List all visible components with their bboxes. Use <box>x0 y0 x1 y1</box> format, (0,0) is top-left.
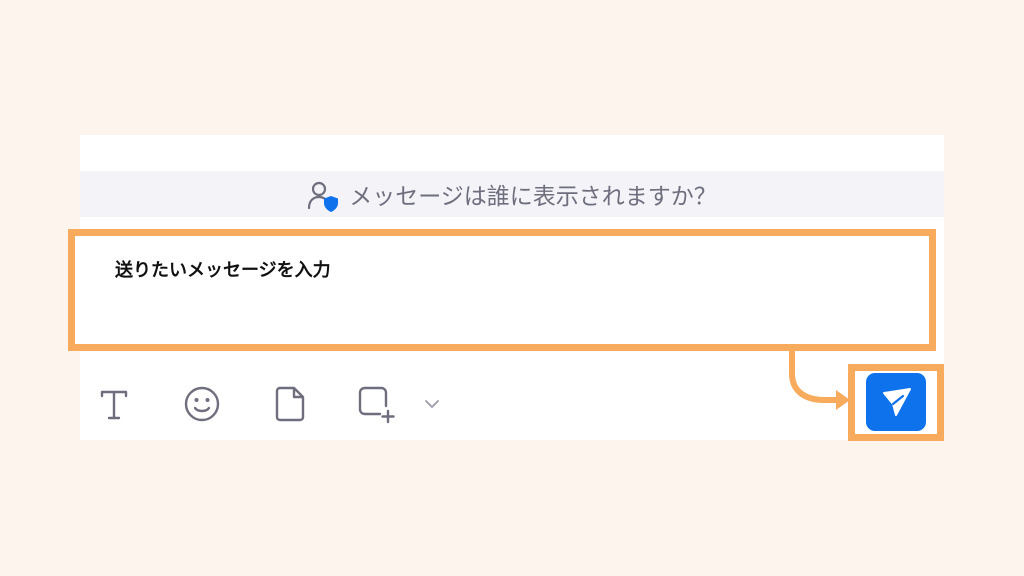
file-icon[interactable] <box>270 384 310 424</box>
screenshot-icon[interactable] <box>356 384 396 424</box>
emoji-icon[interactable] <box>182 384 222 424</box>
message-input-highlight: 送りたいメッセージを入力 <box>68 229 936 351</box>
top-strip <box>80 135 944 171</box>
visibility-text: メッセージは誰に表示されますか？ <box>349 184 717 210</box>
text-format-icon[interactable] <box>94 384 134 424</box>
user-shield-icon <box>308 181 339 212</box>
send-button[interactable] <box>866 373 926 431</box>
send-icon <box>883 388 911 416</box>
chevron-down-icon[interactable] <box>414 384 450 424</box>
message-input-placeholder[interactable]: 送りたいメッセージを入力 <box>115 256 331 282</box>
visibility-bar[interactable]: メッセージは誰に表示されますか？ <box>80 171 944 217</box>
